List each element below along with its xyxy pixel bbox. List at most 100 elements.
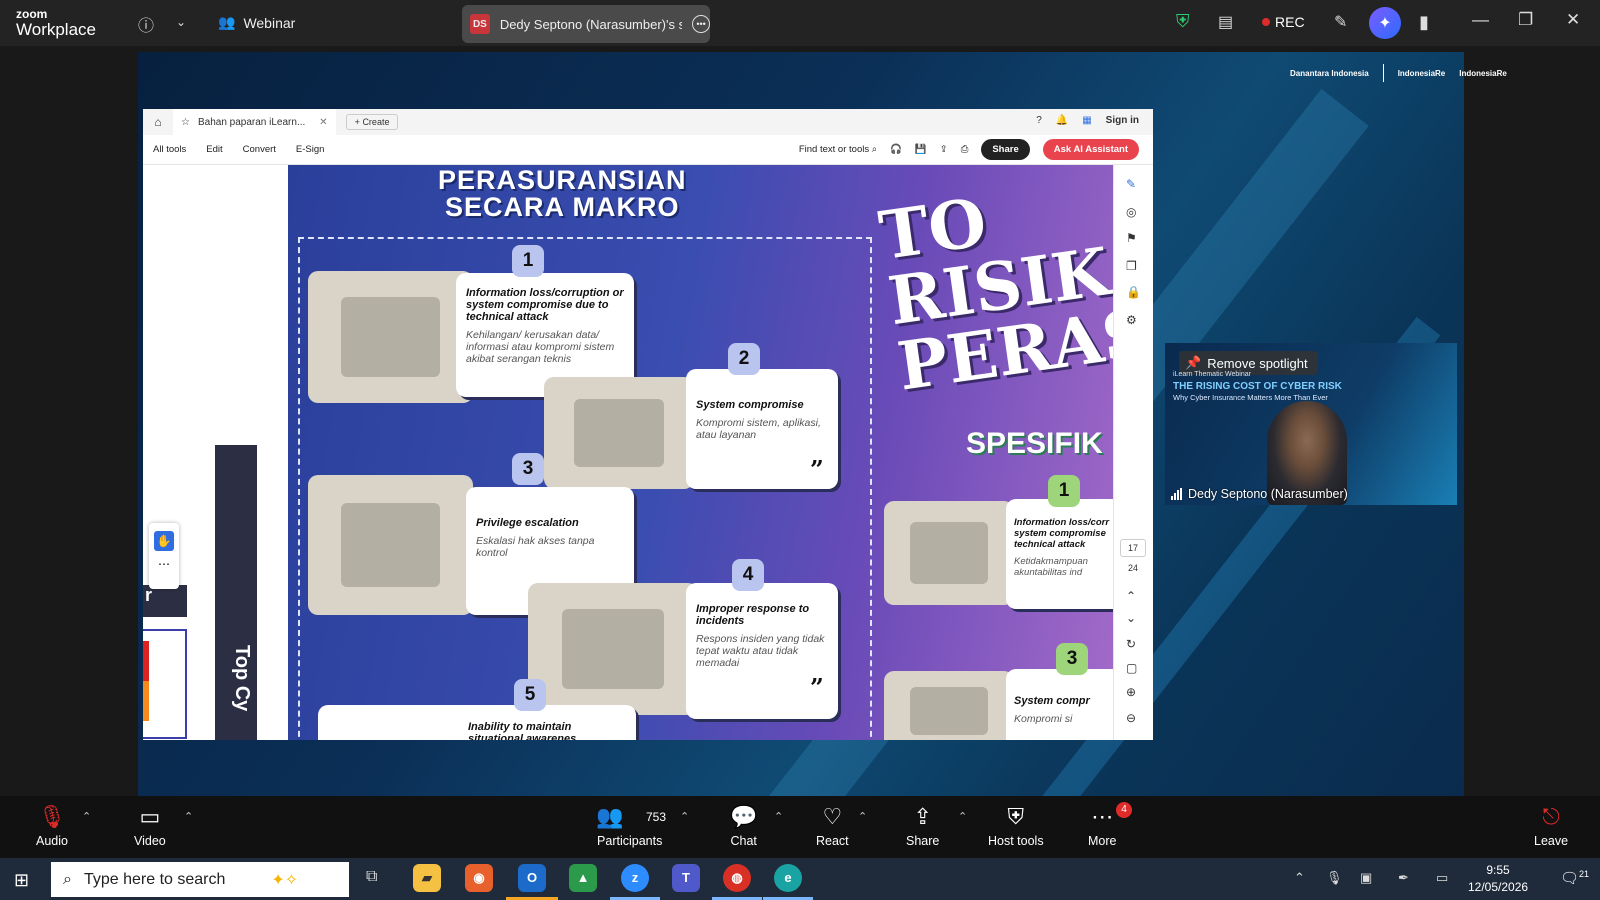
protect-icon[interactable]: ⚙ — [1126, 313, 1137, 327]
menu-esign[interactable]: E-Sign — [296, 144, 325, 155]
page-up-icon[interactable]: ⌃ — [1126, 589, 1136, 603]
hand-tool-icon[interactable]: ✋ — [154, 531, 174, 551]
ask-ai-assistant-button[interactable]: Ask AI Assistant — [1042, 139, 1139, 160]
share-screen-icon: ⇪ — [913, 804, 932, 829]
zoom-out-icon[interactable]: ⊖ — [1126, 711, 1136, 725]
edge-icon[interactable]: e — [774, 864, 802, 892]
help-icon[interactable]: ? — [1036, 115, 1042, 126]
logo-zoom-text: zoom — [16, 7, 48, 21]
firefox-icon[interactable]: ◉ — [465, 864, 493, 892]
task-view-icon[interactable]: ⧉ — [366, 868, 377, 886]
video-label: Video — [134, 834, 166, 848]
share-options-caret[interactable]: ⌃ — [958, 810, 967, 823]
fit-page-icon[interactable]: ▢ — [1126, 661, 1137, 675]
video-options-caret[interactable]: ⌃ — [184, 810, 193, 823]
prev-page-fragment: r — [143, 585, 187, 617]
save-icon[interactable]: 💾 — [915, 144, 927, 155]
close-icon[interactable]: ✕ — [1566, 10, 1580, 30]
comment-icon[interactable]: ◎ — [1126, 205, 1136, 219]
tray-overflow-icon[interactable]: ⌃ — [1294, 870, 1305, 886]
risk-3-number: 3 — [512, 453, 544, 485]
print-icon[interactable]: ⎙ — [961, 144, 969, 155]
more-button[interactable]: ⋯ More — [1088, 804, 1116, 848]
share-label: Share — [906, 834, 940, 848]
notification-center-icon[interactable]: 🗨21 — [1560, 869, 1589, 887]
taskbar-search-box[interactable]: ⌕ Type here to search ✦✧ — [51, 862, 349, 897]
participants-options-caret[interactable]: ⌃ — [680, 810, 689, 823]
notes-icon[interactable]: ▤ — [1218, 12, 1233, 32]
pdf-page: PERASURANSIAN SECARA MAKRO TO RISIK PERA… — [288, 165, 1113, 740]
zoom-app-icon[interactable]: z — [621, 864, 649, 892]
upload-icon[interactable]: ⇪ — [940, 144, 948, 155]
recording-indicator[interactable]: REC — [1262, 14, 1305, 30]
menu-all-tools[interactable]: All tools — [153, 144, 186, 155]
find-tools-field[interactable]: Find text or tools ⌕ — [799, 144, 877, 155]
chat-options-caret[interactable]: ⌃ — [774, 810, 783, 823]
item-1-image — [308, 271, 473, 403]
create-button[interactable]: + Create — [345, 114, 399, 130]
risk-1-title: Information loss/corruption or system co… — [466, 287, 624, 323]
ai-companion-icon[interactable]: ✦ — [1369, 7, 1401, 39]
prev-page-box — [143, 629, 187, 739]
menu-convert[interactable]: Convert — [243, 144, 276, 155]
shared-screen-pill[interactable]: DS Dedy Septono (Narasumber)'s scr ••• — [462, 5, 710, 43]
tray-mic-icon[interactable]: 🎙 — [1326, 870, 1343, 886]
tray-network-icon[interactable]: ▭ — [1436, 870, 1448, 886]
sign-in-link[interactable]: Sign in — [1106, 115, 1139, 126]
edit-pdf-icon[interactable]: ✎ — [1126, 177, 1136, 191]
home-icon[interactable]: ⌂ — [143, 115, 173, 129]
prev-page-sidebar: Top Cy — [215, 445, 257, 740]
audio-options-caret[interactable]: ⌃ — [82, 810, 91, 823]
page-down-icon[interactable]: ⌄ — [1126, 611, 1136, 625]
chevron-down-icon[interactable]: ⌄ — [176, 15, 186, 29]
chrome-icon[interactable]: ◍ — [723, 864, 751, 892]
file-explorer-icon[interactable]: ▰ — [413, 864, 441, 892]
bookmark-icon[interactable]: ⚑ — [1126, 231, 1137, 245]
risk-2-desc: Kompromi sistem, aplikasi, atau layanan — [696, 417, 821, 441]
tab-document[interactable]: ☆ Bahan paparan iLearn... ✕ — [173, 109, 336, 135]
tab-close-icon[interactable]: ✕ — [319, 117, 327, 128]
react-button[interactable]: ♡ React — [816, 804, 849, 848]
audio-button[interactable]: 🎙 Audio — [36, 804, 68, 848]
bell-icon[interactable]: 🔔 — [1056, 115, 1068, 126]
webinar-people-icon: 👥 — [218, 14, 236, 30]
restore-icon[interactable]: ❐ — [1518, 10, 1533, 30]
host-tools-button[interactable]: ⛨ Host tools — [988, 804, 1044, 848]
video-button[interactable]: ▭ Video — [134, 804, 166, 848]
side-panel-icon[interactable]: ▮ — [1419, 12, 1429, 33]
pages-icon[interactable]: ❐ — [1126, 259, 1137, 273]
read-aloud-icon[interactable]: 🎧 — [890, 144, 902, 155]
react-options-caret[interactable]: ⌃ — [858, 810, 867, 823]
minimize-icon[interactable]: — — [1472, 10, 1489, 30]
brand-indonesiare-1: IndonesiaRe — [1397, 68, 1446, 78]
more-tools-icon[interactable]: ⋯ — [149, 557, 179, 571]
star-icon[interactable]: ☆ — [181, 117, 190, 128]
outlook-icon[interactable]: O — [518, 864, 546, 892]
security-shield-icon[interactable]: ⛨ — [1176, 11, 1190, 32]
apps-grid-icon[interactable]: ▦ — [1082, 115, 1091, 126]
annotate-pen-icon[interactable]: ✎ — [1334, 12, 1347, 32]
tray-pen-icon[interactable]: ✒ — [1398, 870, 1409, 886]
share-button[interactable]: Share — [981, 139, 1030, 160]
pdf-menu-row: All tools Edit Convert E-Sign Find text … — [143, 135, 1153, 165]
teams-icon[interactable]: T — [672, 864, 700, 892]
tray-display-icon[interactable]: ▣ — [1360, 870, 1372, 886]
taskbar-clock[interactable]: 9:55 12/05/2026 — [1468, 862, 1528, 896]
zoom-in-icon[interactable]: ⊕ — [1126, 685, 1136, 699]
lock-icon[interactable]: 🔒 — [1126, 285, 1141, 299]
brand-danantara: Danantara Indonesia — [1290, 68, 1369, 78]
chat-button[interactable]: 💬 Chat — [730, 804, 757, 848]
info-icon[interactable]: ⓘ — [138, 12, 154, 36]
more-options-icon[interactable]: ••• — [692, 15, 710, 33]
leave-button[interactable]: ⎋ Leave — [1534, 804, 1568, 848]
browser-tab-row: ⌂ ☆ Bahan paparan iLearn... ✕ + Create ?… — [143, 109, 1153, 135]
rotate-icon[interactable]: ↻ — [1126, 637, 1136, 651]
webinar-label[interactable]: 👥 Webinar — [218, 14, 295, 31]
current-page-number[interactable]: 17 — [1120, 539, 1146, 557]
share-screen-button[interactable]: ⇪ Share — [906, 804, 939, 848]
speaker-video-tile[interactable]: 📌 Remove spotlight iLearn Thematic Webin… — [1165, 343, 1457, 505]
menu-edit[interactable]: Edit — [206, 144, 222, 155]
windows-start-icon[interactable]: ⊞ — [14, 870, 29, 891]
google-drive-icon[interactable]: ▲ — [569, 864, 597, 892]
leave-door-icon: ⎋ — [1542, 804, 1560, 829]
